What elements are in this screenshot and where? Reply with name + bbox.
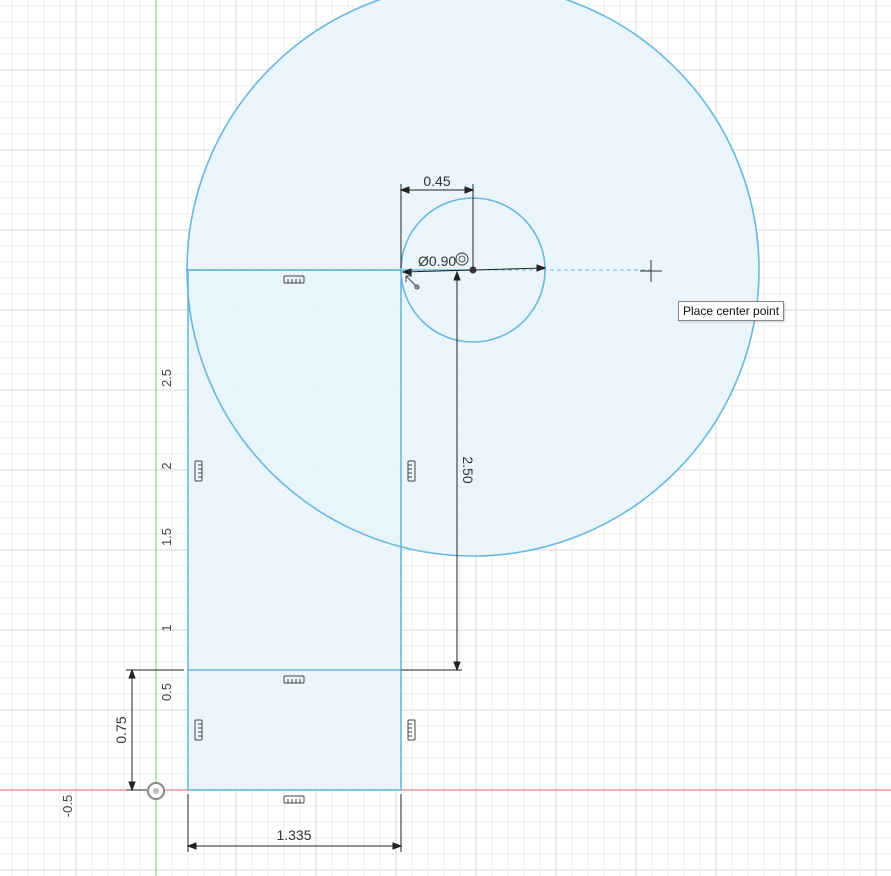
- dimension-2-50-label[interactable]: 2.50: [460, 456, 476, 483]
- dimension-0-75[interactable]: [126, 668, 184, 792]
- dimension-0-75-label[interactable]: 0.75: [113, 716, 129, 743]
- origin-icon[interactable]: [147, 782, 165, 800]
- dimension-0-45-label[interactable]: 0.45: [423, 173, 450, 189]
- tooltip: Place center point: [678, 301, 785, 321]
- axis-label-2-5: 2.5: [159, 369, 174, 387]
- rectangle-fill[interactable]: [188, 270, 401, 790]
- axis-label-1: 1: [159, 624, 174, 631]
- axis-label-1-5: 1.5: [159, 528, 174, 546]
- center-point[interactable]: [469, 266, 477, 274]
- dimension-1-335-label[interactable]: 1.335: [276, 827, 311, 843]
- arrow-top: [128, 668, 136, 679]
- axis-label-neg-0-5: -0.5: [60, 795, 75, 817]
- sketch-canvas[interactable]: 0.45 Ø0.90 2.50 0.75 1.335 2.5 2 1.5 1 0…: [0, 0, 891, 876]
- arrow-bottom: [453, 661, 461, 672]
- arrow-bottom: [128, 781, 136, 792]
- horizontal-constraint-icon[interactable]: [283, 795, 305, 804]
- profile-fills: [187, 0, 759, 790]
- arrow-left: [186, 842, 197, 850]
- dimension-diameter-label[interactable]: Ø0.90: [418, 253, 456, 269]
- axis-label-0-5: 0.5: [159, 683, 174, 701]
- arrow-right: [392, 842, 403, 850]
- axis-label-2: 2: [159, 462, 174, 469]
